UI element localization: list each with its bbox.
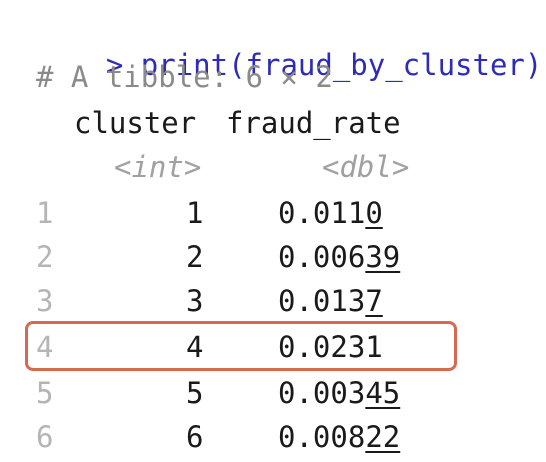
table-row: 3 3 0.0137 xyxy=(0,284,383,318)
table-row: 2 2 0.00639 xyxy=(0,240,400,274)
table-row: 5 5 0.00345 xyxy=(0,376,400,410)
cluster-value: 5 xyxy=(186,376,204,410)
cluster-value: 1 xyxy=(186,196,204,230)
cluster-value: 6 xyxy=(186,420,204,454)
row-highlight-box xyxy=(25,321,457,371)
column-type-fraud-rate: <dbl> xyxy=(322,150,410,184)
fraud-rate-value: 0.00345 xyxy=(278,376,401,410)
fraud-rate-value: 0.00639 xyxy=(278,240,401,274)
cluster-value: 3 xyxy=(186,284,204,318)
cluster-value: 2 xyxy=(186,240,204,274)
column-header-cluster: cluster xyxy=(74,106,197,140)
column-type-cluster: <int> xyxy=(114,150,202,184)
row-index: 3 xyxy=(36,284,54,318)
column-type-row: <int> <dbl> xyxy=(0,150,409,184)
fraud-rate-value: 0.0110 xyxy=(278,196,383,230)
column-header-row: cluster fraud_rate xyxy=(0,106,401,140)
console-command-line: > print(fraud_by_cluster) xyxy=(36,14,543,82)
row-index: 6 xyxy=(36,420,54,454)
r-console-output: > print(fraud_by_cluster) # A tibble: 6 … xyxy=(0,0,546,462)
fraud-rate-value: 0.0137 xyxy=(278,284,383,318)
fraud-rate-value: 0.00822 xyxy=(278,420,401,454)
column-header-fraud-rate: fraud_rate xyxy=(226,106,401,140)
tibble-comment: # A tibble: 6 × 2 xyxy=(36,60,333,94)
row-index: 1 xyxy=(36,196,54,230)
table-row: 6 6 0.00822 xyxy=(0,420,400,454)
row-index: 2 xyxy=(36,240,54,274)
table-row: 1 1 0.0110 xyxy=(0,196,383,230)
row-index: 5 xyxy=(36,376,54,410)
